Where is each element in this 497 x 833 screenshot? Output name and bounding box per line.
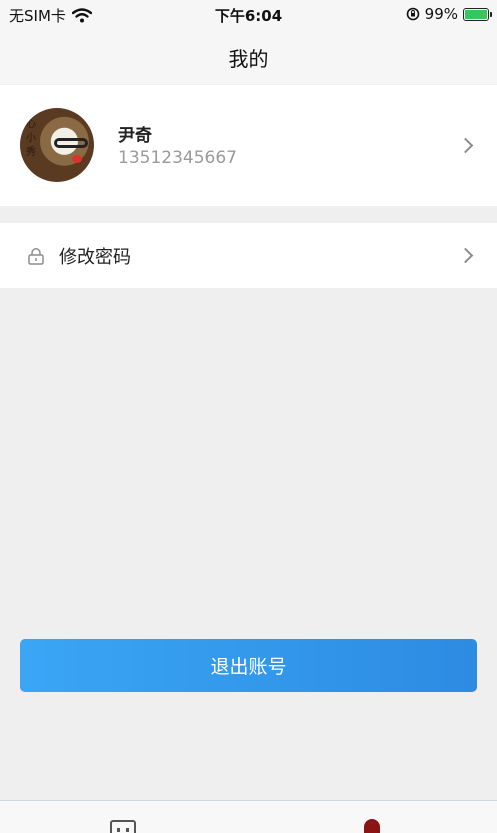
avatar-text: 心小秀 [26, 119, 36, 158]
page-title: 我的 [228, 47, 269, 71]
orientation-lock-icon [406, 7, 419, 21]
avatar-mouth [72, 155, 82, 163]
avatar-glasses [54, 138, 88, 148]
tab-bar [0, 800, 497, 833]
nav-bar: 我的 [0, 30, 497, 84]
change-password-label: 修改密码 [59, 247, 131, 268]
battery-charging-icon [463, 7, 492, 21]
profile-card[interactable]: 心小秀 [0, 85, 497, 206]
chevron-right-icon [457, 137, 474, 154]
battery-percent: 99% [424, 5, 458, 23]
home-icon[interactable] [110, 820, 136, 833]
status-right: 99% [406, 5, 492, 23]
logout-button[interactable]: 退出账号 [20, 639, 477, 692]
lock-icon [28, 248, 44, 265]
battery-level-fill [465, 9, 487, 19]
person-icon[interactable] [364, 819, 380, 833]
profile-name: 尹奇 [118, 126, 152, 146]
chevron-right-icon [457, 247, 474, 264]
profile-phone: 13512345667 [118, 148, 237, 168]
change-password-row[interactable]: 修改密码 [0, 223, 497, 288]
status-bar: 无SIM卡 下午6:04 99% [0, 0, 497, 30]
avatar[interactable]: 心小秀 [20, 108, 94, 182]
